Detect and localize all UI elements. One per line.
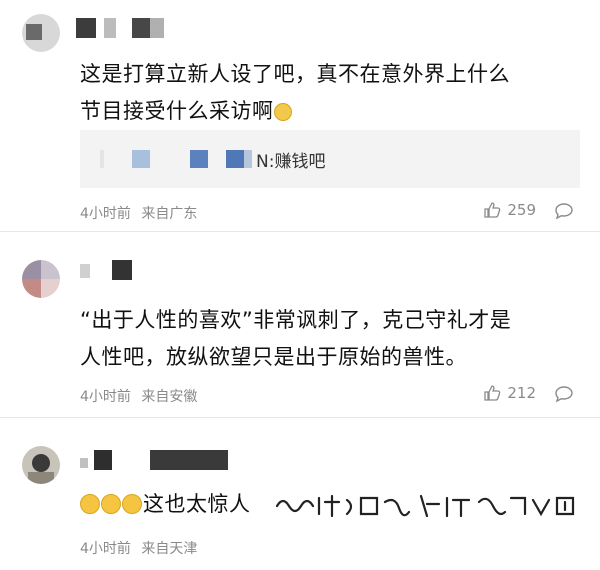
timestamp: 4小时前 (80, 206, 131, 222)
comment-item: 这是打算立新人设了吧，真不在意外界上什么 节目接受什么采访啊 N:赚钱吧 4小时… (0, 0, 600, 232)
timestamp: 4小时前 (80, 389, 131, 405)
reply-button[interactable] (554, 385, 574, 407)
thumbs-up-icon (484, 202, 501, 218)
grinning-face-icon (101, 494, 121, 514)
like-count: 259 (507, 201, 536, 219)
comment-meta: 4小时前 来自天津 (80, 538, 197, 558)
reply-button[interactable] (554, 202, 574, 224)
avatar[interactable] (22, 446, 60, 484)
like-button[interactable]: 259 (483, 201, 536, 219)
timestamp: 4小时前 (80, 541, 131, 557)
avatar[interactable] (22, 14, 60, 52)
location: 来自广东 (141, 206, 198, 222)
crying-face-icon (273, 103, 292, 121)
grinning-face-icon (80, 494, 100, 514)
redacted-text (275, 494, 575, 518)
thumbs-up-icon (484, 385, 501, 401)
location: 来自天津 (141, 541, 198, 557)
like-button[interactable]: 212 (483, 384, 536, 402)
like-count: 212 (507, 384, 536, 402)
quoted-reply-text: N:赚钱吧 (256, 152, 326, 172)
comment-text: 这是打算立新人设了吧，真不在意外界上什么 节目接受什么采访啊 (80, 62, 510, 123)
comment-item: 这也太惊人 4小时前 来自天津 (0, 428, 600, 570)
location: 来自安徽 (141, 389, 198, 405)
quoted-reply[interactable]: N:赚钱吧 (80, 130, 580, 188)
divider (0, 417, 600, 418)
speech-bubble-icon (555, 386, 573, 403)
divider (0, 231, 600, 232)
comment-item: “出于人性的喜欢”非常讽刺了，克己守礼才是 人性吧，放纵欲望只是出于原始的兽性。… (0, 240, 600, 418)
comment-meta: 4小时前 来自安徽 (80, 386, 197, 406)
grinning-face-icon (122, 494, 142, 514)
comment-text: “出于人性的喜欢”非常讽刺了，克己守礼才是 人性吧，放纵欲望只是出于原始的兽性。 (80, 308, 512, 369)
comment-meta: 4小时前 来自广东 (80, 203, 197, 223)
avatar[interactable] (22, 260, 60, 298)
speech-bubble-icon (555, 203, 573, 220)
